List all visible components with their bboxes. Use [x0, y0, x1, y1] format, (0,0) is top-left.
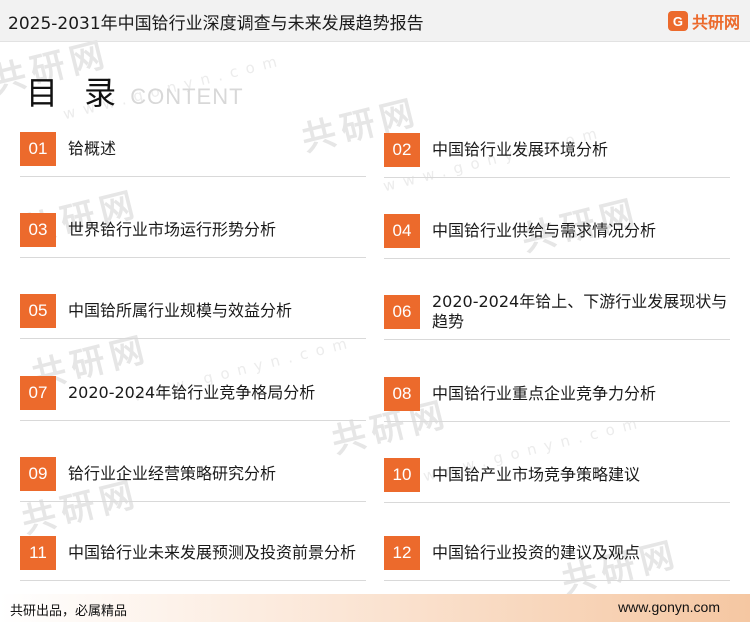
footer-website-link[interactable]: www.gonyn.com: [618, 599, 720, 615]
toc-item-label: 铪行业企业经营策略研究分析: [68, 464, 277, 483]
divider: [20, 501, 366, 502]
toc-item-label: 2020-2024年铪上、下游行业发展现状与趋势: [432, 292, 728, 331]
toc-item-label: 中国铪行业未来发展预测及投资前景分析: [68, 543, 357, 562]
toc-item-label: 中国铪行业投资的建议及观点: [432, 543, 641, 562]
toc-item-number: 11: [20, 536, 56, 570]
toc-item-label: 世界铪行业市场运行形势分析: [68, 220, 277, 239]
divider: [20, 176, 366, 177]
toc-item[interactable]: 10 中国铪产业市场竞争策略建议: [384, 458, 730, 516]
toc-item[interactable]: 05 中国铪所属行业规模与效益分析: [20, 294, 366, 352]
brand-name: 共研网: [691, 13, 740, 32]
divider: [384, 339, 730, 340]
divider: [384, 421, 730, 422]
footer-slogan: 共研出品，必属精品: [10, 604, 128, 619]
toc-item[interactable]: 11 中国铪行业未来发展预测及投资前景分析: [20, 536, 366, 594]
toc-item-label: 中国铪行业供给与需求情况分析: [432, 221, 657, 240]
divider: [384, 580, 730, 581]
toc-item-number: 07: [20, 376, 56, 410]
divider: [384, 258, 730, 259]
toc-item[interactable]: 09 铪行业企业经营策略研究分析: [20, 457, 366, 515]
toc-item-number: 08: [384, 377, 420, 411]
header-bar: 2025-2031年中国铪行业深度调查与未来发展趋势报告 G 共研网: [0, 0, 750, 42]
toc-item-label: 中国铪产业市场竞争策略建议: [432, 465, 641, 484]
toc-item[interactable]: 07 2020-2024年铪行业竞争格局分析: [20, 376, 366, 434]
divider: [20, 338, 366, 339]
toc-item[interactable]: 12 中国铪行业投资的建议及观点: [384, 536, 730, 594]
divider: [20, 420, 366, 421]
divider: [384, 502, 730, 503]
toc-item-number: 01: [20, 132, 56, 166]
divider: [20, 257, 366, 258]
brand-logo[interactable]: G 共研网: [667, 9, 740, 33]
toc-item[interactable]: 04 中国铪行业供给与需求情况分析: [384, 214, 730, 272]
toc-heading: 目 录 CONTENT: [26, 68, 244, 114]
toc-item[interactable]: 08 中国铪行业重点企业竞争力分析: [384, 377, 730, 435]
toc-item[interactable]: 01 铪概述: [20, 132, 366, 190]
toc-item-number: 10: [384, 458, 420, 492]
toc-item-number: 05: [20, 294, 56, 328]
toc-item-number: 04: [384, 214, 420, 248]
toc-item-label: 中国铪行业发展环境分析: [432, 140, 609, 159]
toc-item-label: 中国铪所属行业规模与效益分析: [68, 301, 293, 320]
divider: [384, 177, 730, 178]
toc-item[interactable]: 02 中国铪行业发展环境分析: [384, 133, 730, 191]
toc-item-number: 12: [384, 536, 420, 570]
toc-item[interactable]: 06 2020-2024年铪上、下游行业发展现状与趋势: [384, 292, 730, 353]
toc-subtitle: CONTENT: [130, 84, 244, 109]
toc-item-number: 03: [20, 213, 56, 247]
toc-item-label: 2020-2024年铪行业竞争格局分析: [68, 383, 316, 402]
toc-item-number: 09: [20, 457, 56, 491]
toc-title: 目 录: [26, 74, 125, 112]
toc-item-number: 02: [384, 133, 420, 167]
toc-item-label: 中国铪行业重点企业竞争力分析: [432, 384, 657, 403]
footer-bar: 共研出品，必属精品 www.gonyn.com: [0, 594, 750, 622]
toc-item[interactable]: 03 世界铪行业市场运行形势分析: [20, 213, 366, 271]
toc-item-label: 铪概述: [68, 139, 117, 158]
divider: [20, 580, 366, 581]
toc-item-number: 06: [384, 295, 420, 329]
brand-logo-icon: G: [667, 11, 688, 31]
report-title: 2025-2031年中国铪行业深度调查与未来发展趋势报告: [8, 14, 424, 34]
